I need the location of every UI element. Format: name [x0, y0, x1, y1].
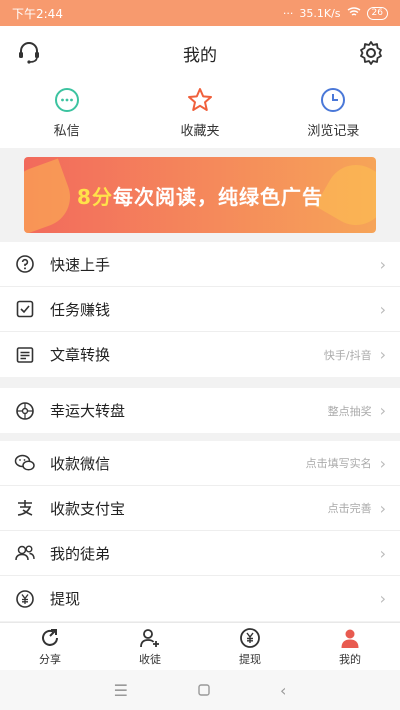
- menu-item-apprentices[interactable]: 我的徒弟 ›: [0, 531, 400, 576]
- users-icon: [14, 542, 36, 564]
- star-icon: [187, 88, 212, 111]
- menu-section-2: 幸运大转盘 整点抽奖 ›: [0, 388, 400, 433]
- menu-label: 快速上手: [50, 255, 111, 274]
- leaf-decoration: [24, 158, 79, 233]
- yuan-coin-icon: [14, 588, 36, 610]
- menu-hint: 点击完善: [327, 502, 372, 515]
- quick-history[interactable]: 浏览记录: [267, 80, 400, 148]
- menu-label: 文章转换: [50, 346, 111, 364]
- tab-recruit[interactable]: 收徒: [100, 623, 200, 670]
- menu-item-lucky-wheel[interactable]: 幸运大转盘 整点抽奖 ›: [0, 388, 400, 433]
- banner-highlight: 8分: [77, 184, 113, 209]
- chevron-right-icon: ›: [379, 254, 386, 274]
- menu-item-wechat[interactable]: 收款微信 点击填写实名 ›: [0, 441, 400, 486]
- tab-share-label: 分享: [39, 652, 61, 666]
- quick-history-label: 浏览记录: [307, 124, 360, 139]
- quick-messages-label: 私信: [53, 124, 80, 139]
- alipay-icon: [14, 497, 36, 519]
- status-time: 下午2:44: [12, 6, 63, 21]
- user-filled-icon: [341, 629, 359, 648]
- menu-hint: 点击填写实名: [305, 457, 372, 470]
- customer-service-icon[interactable]: [14, 38, 44, 68]
- chevron-right-icon: ›: [379, 299, 386, 319]
- menu-section-1: 快速上手 › 任务赚钱 › 文章转换 快手/抖音 ›: [0, 242, 400, 377]
- chevron-right-icon: ›: [379, 401, 386, 420]
- chevron-right-icon: ›: [379, 543, 386, 563]
- page-title: 我的: [183, 45, 217, 66]
- tab-share[interactable]: 分享: [0, 623, 100, 670]
- chat-bubble-icon: [54, 88, 79, 112]
- menu-label: 我的徒弟: [50, 544, 111, 563]
- menu-section-3: 收款微信 点击填写实名 › 收款支付宝 点击完善 › 我的徒弟 › 提现 ›: [0, 441, 400, 621]
- chevron-right-icon: ›: [379, 589, 386, 608]
- settings-gear-icon[interactable]: [356, 38, 386, 68]
- yuan-minus-icon: [240, 627, 260, 648]
- status-bar: 下午2:44 ··· 35.1K/s 26: [0, 0, 400, 26]
- banner-message: 每次阅读，纯绿色广告: [112, 184, 323, 209]
- tab-mine[interactable]: 我的: [300, 623, 400, 670]
- leaf-decoration: [315, 157, 376, 233]
- tab-recruit-label: 收徒: [139, 652, 161, 666]
- share-icon: [42, 628, 58, 646]
- menu-item-article-convert[interactable]: 文章转换 快手/抖音 ›: [0, 332, 400, 377]
- checkbox-icon: [14, 298, 36, 320]
- menu-lines-icon[interactable]: ☰: [114, 681, 128, 700]
- bottom-tab-bar: 分享 收徒 提现 我的: [0, 622, 400, 670]
- document-lines-icon: [14, 344, 36, 366]
- quick-favorites[interactable]: 收藏夹: [133, 80, 266, 148]
- menu-item-tasks[interactable]: 任务赚钱 ›: [0, 287, 400, 332]
- quick-actions: 私信 收藏夹 浏览记录: [0, 80, 400, 148]
- wheel-icon: [14, 400, 36, 422]
- wifi-icon: [347, 6, 361, 20]
- tab-withdraw[interactable]: 提现: [200, 623, 300, 670]
- status-dots: ···: [282, 6, 294, 20]
- tab-withdraw-label: 提现: [239, 652, 261, 666]
- battery-indicator: 26: [366, 6, 388, 20]
- promo-banner[interactable]: 8分每次阅读，纯绿色广告: [24, 157, 376, 233]
- menu-label: 幸运大转盘: [50, 402, 126, 420]
- quick-messages[interactable]: 私信: [0, 80, 133, 148]
- clock-icon: [321, 88, 346, 112]
- chevron-right-icon: ›: [379, 498, 386, 518]
- menu-hint: 快手/抖音: [323, 348, 372, 362]
- menu-item-alipay[interactable]: 收款支付宝 点击完善 ›: [0, 486, 400, 531]
- network-speed: 35.1K/s: [299, 6, 341, 20]
- page-header: 我的: [0, 26, 400, 80]
- quick-favorites-label: 收藏夹: [180, 124, 220, 139]
- banner-text: 8分每次阅读，纯绿色广告: [77, 181, 323, 210]
- chevron-right-icon: ›: [379, 453, 386, 473]
- menu-label: 提现: [50, 590, 81, 608]
- menu-label: 收款微信: [50, 454, 111, 473]
- system-nav-bar: ☰ ‹: [0, 670, 400, 710]
- tab-mine-label: 我的: [339, 652, 361, 666]
- add-user-icon: [140, 628, 159, 647]
- question-circle-icon: [14, 253, 36, 275]
- menu-label: 收款支付宝: [50, 499, 126, 518]
- wechat-icon: [14, 452, 36, 474]
- menu-label: 任务赚钱: [50, 300, 111, 319]
- home-square-icon[interactable]: [198, 681, 210, 700]
- menu-item-withdraw[interactable]: 提现 ›: [0, 576, 400, 621]
- back-chevron-icon[interactable]: ‹: [280, 681, 286, 700]
- chevron-right-icon: ›: [379, 345, 386, 364]
- menu-item-quick-start[interactable]: 快速上手 ›: [0, 242, 400, 287]
- menu-hint: 整点抽奖: [327, 404, 372, 418]
